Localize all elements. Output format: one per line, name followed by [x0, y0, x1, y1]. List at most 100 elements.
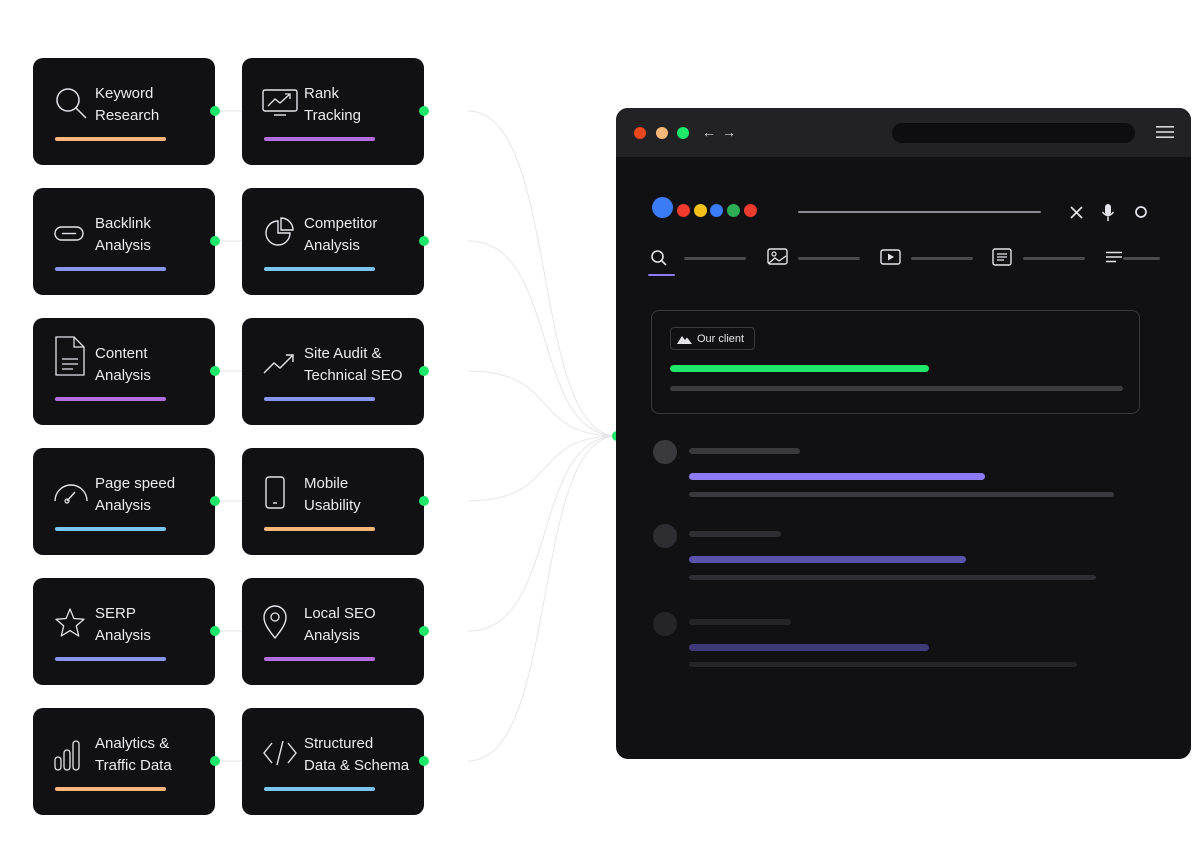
result-site-line: [689, 448, 800, 454]
card-label: Keyword Research: [95, 85, 160, 124]
connector-dot: [210, 366, 220, 376]
trend-line-icon: [262, 345, 298, 381]
card-label: Competitor Analysis: [304, 215, 378, 254]
link-icon: [53, 215, 89, 251]
logo-dot: [677, 204, 690, 217]
tab-label-line: [684, 257, 746, 260]
client-title-bar: [670, 365, 929, 372]
client-result-card[interactable]: Our client: [651, 310, 1140, 414]
card-accent-bar: [264, 267, 375, 271]
video-icon[interactable]: [880, 249, 901, 265]
card-accent-bar: [264, 787, 375, 791]
logo-dot: [727, 204, 740, 217]
tab-label-line: [798, 257, 860, 260]
result-favicon: [653, 440, 677, 464]
card-mobile-usability[interactable]: Mobile Usability: [242, 448, 429, 555]
card-backlink-analysis[interactable]: Backlink Analysis: [33, 188, 220, 295]
card-site-audit[interactable]: Site Audit & Technical SEO: [242, 318, 429, 425]
connector-dot: [419, 366, 429, 376]
card-structured-data[interactable]: Structured Data & Schema: [242, 708, 429, 815]
card-label: Rank Tracking: [304, 85, 361, 124]
pie-chart-icon: [262, 215, 298, 251]
forward-arrow-icon[interactable]: →: [722, 122, 736, 142]
card-analytics[interactable]: Analytics & Traffic Data: [33, 708, 220, 815]
connector-dot: [419, 236, 429, 246]
card-accent-bar: [264, 527, 375, 531]
card-accent-bar: [55, 137, 166, 141]
connector-dot: [210, 236, 220, 246]
connector-dot: [419, 756, 429, 766]
code-brackets-icon: [262, 735, 298, 771]
card-accent-bar: [55, 527, 166, 531]
client-description-line: [670, 386, 1123, 391]
card-label: Site Audit & Technical SEO: [304, 345, 403, 384]
result-title-line[interactable]: [689, 473, 985, 480]
card-accent-bar: [55, 787, 166, 791]
result-site-line: [689, 619, 791, 625]
card-accent-bar: [264, 397, 375, 401]
mountain-icon: [677, 335, 692, 344]
browser-toolbar: ← →: [616, 108, 1191, 157]
card-accent-bar: [264, 137, 375, 141]
clear-search-icon[interactable]: [1069, 205, 1084, 220]
card-accent-bar: [264, 657, 375, 661]
tab-label-line: [911, 257, 973, 260]
map-pin-icon: [262, 605, 298, 641]
card-label: Page speed Analysis: [95, 475, 176, 514]
speedometer-icon: [53, 475, 89, 511]
result-title-line[interactable]: [689, 556, 966, 563]
news-icon[interactable]: [992, 248, 1012, 266]
result-favicon: [653, 612, 677, 636]
card-page-speed[interactable]: Page speed Analysis: [33, 448, 220, 555]
card-local-seo[interactable]: Local SEO Analysis: [242, 578, 429, 685]
document-icon: [53, 336, 89, 381]
result-description-line: [689, 662, 1077, 667]
result-favicon: [653, 524, 677, 548]
search-icon[interactable]: [650, 249, 668, 267]
smartphone-icon: [262, 475, 298, 511]
star-icon: [53, 605, 89, 641]
active-tab-underline: [648, 274, 675, 276]
microphone-icon[interactable]: [1101, 203, 1115, 223]
connector-dot: [419, 626, 429, 636]
address-bar[interactable]: [892, 123, 1135, 143]
logo-dot: [744, 204, 757, 217]
close-window-dot[interactable]: [634, 127, 646, 139]
card-accent-bar: [55, 657, 166, 661]
logo-dot: [694, 204, 707, 217]
logo-dot: [710, 204, 723, 217]
card-accent-bar: [55, 267, 166, 271]
client-badge: Our client: [670, 327, 756, 350]
result-title-line[interactable]: [689, 644, 929, 651]
image-icon[interactable]: [767, 248, 788, 265]
card-content-analysis[interactable]: Content Analysis: [33, 318, 220, 425]
browser-window: ← → Our client: [616, 108, 1191, 759]
lens-icon[interactable]: [1134, 205, 1148, 219]
connector-dot: [210, 756, 220, 766]
search-input[interactable]: [798, 211, 1041, 213]
card-label: Content Analysis: [95, 345, 151, 384]
hamburger-menu-icon[interactable]: [1156, 125, 1174, 139]
card-label: Local SEO Analysis: [304, 605, 376, 644]
tab-label-line: [1123, 257, 1160, 260]
card-rank-tracking[interactable]: Rank Tracking: [242, 58, 429, 165]
result-description-line: [689, 575, 1096, 580]
client-badge-label: Our client: [697, 332, 745, 345]
connector-dot: [419, 106, 429, 116]
magnifier-icon: [53, 85, 89, 121]
card-serp-analysis[interactable]: SERP Analysis: [33, 578, 220, 685]
minimize-window-dot[interactable]: [656, 127, 668, 139]
logo-dot: [652, 197, 673, 218]
maximize-window-dot[interactable]: [677, 127, 689, 139]
more-icon[interactable]: [1105, 251, 1123, 263]
connector-dot: [419, 496, 429, 506]
card-label: Mobile Usability: [304, 475, 361, 514]
back-arrow-icon[interactable]: ←: [702, 122, 716, 142]
card-keyword-research[interactable]: Keyword Research: [33, 58, 220, 165]
result-site-line: [689, 531, 781, 537]
tab-label-line: [1023, 257, 1085, 260]
card-competitor-analysis[interactable]: Competitor Analysis: [242, 188, 429, 295]
card-accent-bar: [55, 397, 166, 401]
result-description-line: [689, 492, 1114, 497]
card-label: Analytics & Traffic Data: [95, 735, 172, 774]
